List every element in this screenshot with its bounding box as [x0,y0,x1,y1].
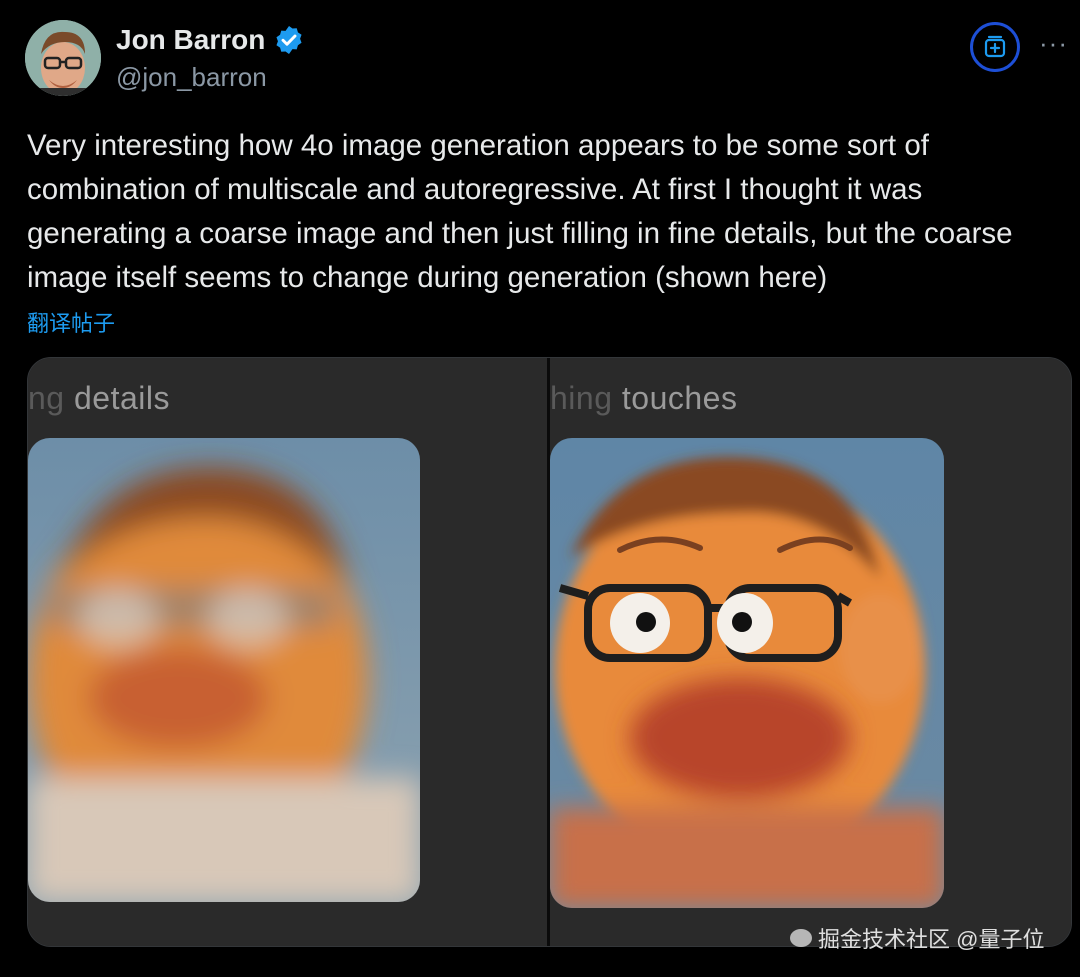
left-caption-text: details [73,380,170,416]
watermark-text: 掘金技术社区 @量子位 [818,927,1045,952]
add-to-list-button[interactable] [970,22,1020,72]
wechat-icon [790,929,812,947]
avatar-image [25,20,101,96]
right-caption-text: touches [621,380,738,416]
right-caption-faded: hing [550,380,622,416]
tweet-text: Very interesting how 4o image generation… [27,129,1013,294]
blurry-puppet-image [28,438,420,902]
media-panel-right[interactable]: hing touches [550,358,1071,946]
avatar[interactable] [25,20,101,96]
verified-badge-icon [273,24,305,56]
left-panel-caption: ng details [28,380,170,417]
tweet-media[interactable]: ng details hing touches [27,357,1072,947]
author-name[interactable]: Jon Barron [116,24,305,56]
add-to-list-icon [984,35,1006,58]
more-options-button[interactable]: ··· [1039,28,1068,59]
sharper-puppet-image [550,438,944,908]
author-name-text[interactable]: Jon Barron [116,24,265,56]
right-panel-caption: hing touches [550,380,737,417]
media-panel-left[interactable]: ng details [28,358,548,946]
translate-post-link[interactable]: 翻译帖子 [27,306,115,338]
author-handle[interactable]: @jon_barron [116,62,267,93]
left-caption-faded: ng [28,380,74,416]
watermark: 掘金技术社区 @量子位 [790,922,1044,954]
